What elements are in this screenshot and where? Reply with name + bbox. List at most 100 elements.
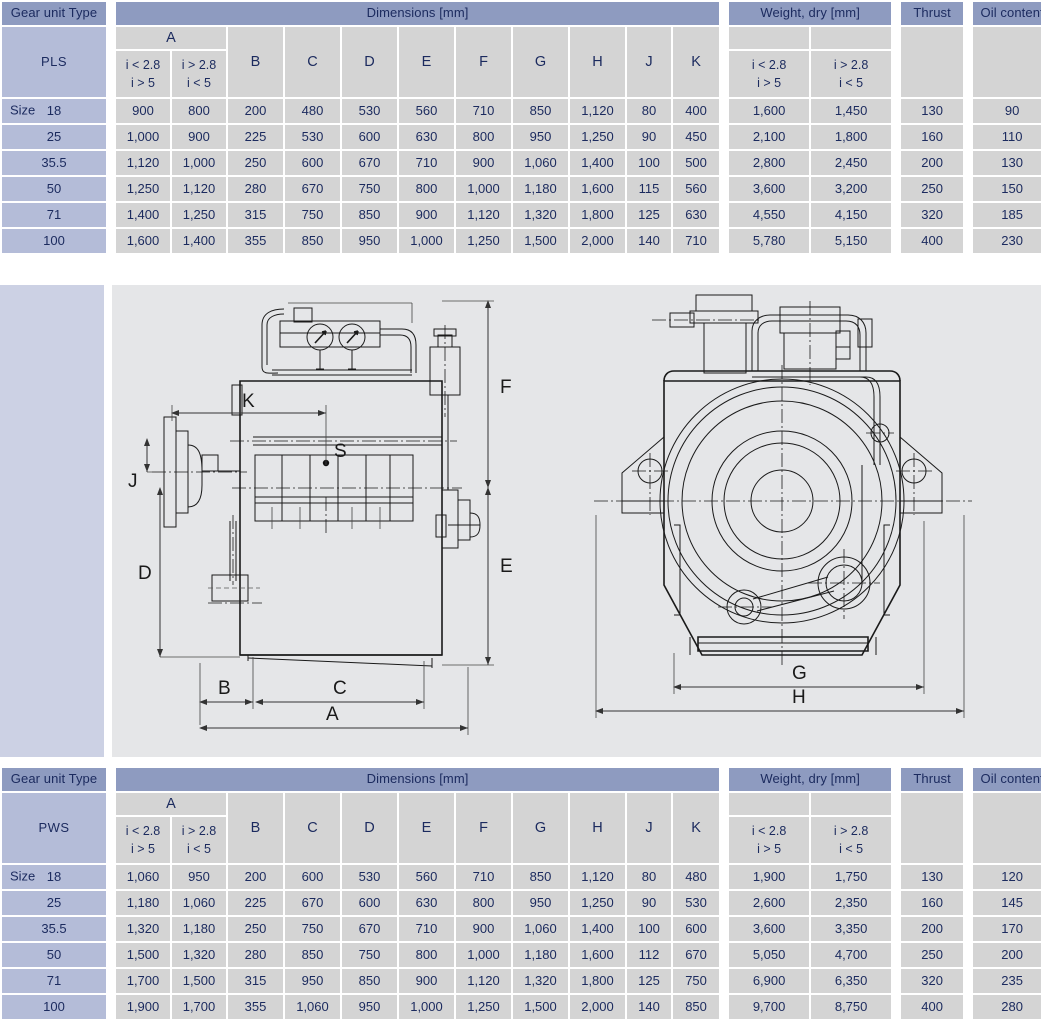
- ratio-w-1-line1: i < 2.8: [751, 823, 787, 838]
- cell-f: 1,250: [456, 995, 511, 1019]
- cell-thrust: 130: [901, 865, 964, 889]
- cell-k: 450: [673, 125, 720, 149]
- col-letter-a: A: [116, 793, 226, 815]
- gap: [965, 943, 972, 967]
- cell-c: 530: [285, 125, 340, 149]
- cell-j: 140: [627, 229, 671, 253]
- size-label-cell: 35.5: [2, 917, 106, 941]
- col-letter-c: C: [285, 27, 340, 97]
- cell-g: 1,180: [513, 943, 568, 967]
- gap: [965, 865, 972, 889]
- gap: [965, 177, 972, 201]
- cell-weight-1: 5,050: [729, 943, 810, 967]
- cell-e: 1,000: [399, 995, 454, 1019]
- cell-a1: 1,600: [116, 229, 170, 253]
- gap: [108, 203, 114, 227]
- ratio-a-2: i > 2.8 i < 5: [172, 817, 226, 863]
- cell-b: 250: [228, 917, 283, 941]
- header-oil-content: Oil content: [973, 2, 1041, 25]
- gap: [893, 99, 900, 123]
- cell-k: 560: [673, 177, 720, 201]
- cell-j: 112: [627, 943, 671, 967]
- cell-weight-1: 3,600: [729, 917, 810, 941]
- gap: [721, 177, 728, 201]
- cell-weight-2: 4,700: [811, 943, 892, 967]
- cell-f: 800: [456, 125, 511, 149]
- cell-d: 530: [342, 865, 397, 889]
- ratio-w-2: i > 2.8 i < 5: [811, 51, 892, 97]
- cell-b: 200: [228, 865, 283, 889]
- cell-k: 670: [673, 943, 720, 967]
- header-weight: Weight, dry [mm]: [729, 2, 892, 25]
- col-letter-e: E: [399, 27, 454, 97]
- cell-h: 1,600: [570, 943, 625, 967]
- size-label-cell: 71: [2, 969, 106, 993]
- cell-b: 280: [228, 177, 283, 201]
- table-row: 50 1,250 1,120 280 670 750 800 1,000 1,1…: [2, 177, 1041, 201]
- table-row: Size 18 900 800 200 480 530 560 710 850 …: [2, 99, 1041, 123]
- cell-j: 125: [627, 969, 671, 993]
- cell-oil: 185: [973, 203, 1041, 227]
- cell-thrust: 130: [901, 99, 964, 123]
- gap: [893, 995, 900, 1019]
- cell-e: 900: [399, 203, 454, 227]
- spec-table-pws: Gear unit Type Dimensions [mm] Weight, d…: [0, 766, 1041, 1021]
- cell-weight-2: 1,450: [811, 99, 892, 123]
- gap: [721, 969, 728, 993]
- table-row: 35.5 1,320 1,180 250 750 670 710 900 1,0…: [2, 917, 1041, 941]
- cell-thrust: 200: [901, 151, 964, 175]
- gap: [893, 229, 900, 253]
- gap: [721, 865, 728, 889]
- cell-j: 115: [627, 177, 671, 201]
- cell-g: 850: [513, 99, 568, 123]
- cell-j: 90: [627, 125, 671, 149]
- cell-weight-1: 4,550: [729, 203, 810, 227]
- ratio-w-1-line2: i > 5: [757, 76, 782, 90]
- size-label-cell: 100: [2, 995, 106, 1019]
- col-letter-c: C: [285, 793, 340, 863]
- cell-oil: 145: [973, 891, 1041, 915]
- gap: [965, 917, 972, 941]
- header-dimensions: Dimensions [mm]: [116, 768, 720, 791]
- cell-e: 560: [399, 99, 454, 123]
- cell-c: 600: [285, 865, 340, 889]
- cell-a2: 950: [172, 865, 226, 889]
- cell-d: 950: [342, 229, 397, 253]
- table-row: 50 1,500 1,320 280 850 750 800 1,000 1,1…: [2, 943, 1041, 967]
- gear-unit-drawings: .ln{stroke:#1a1a1a;stroke-width:1;fill:n…: [128, 294, 972, 735]
- header-oil-content: Oil content: [973, 768, 1041, 791]
- cell-f: 710: [456, 99, 511, 123]
- cell-weight-2: 8,750: [811, 995, 892, 1019]
- cell-d: 950: [342, 995, 397, 1019]
- gap: [108, 2, 114, 25]
- cell-e: 630: [399, 891, 454, 915]
- size-label-cell: 25: [2, 125, 106, 149]
- dim-label-j: J: [128, 471, 138, 492]
- size-label-cell: Size 18: [2, 865, 106, 889]
- cell-oil: 200: [973, 943, 1041, 967]
- spec-table-pls: Gear unit Type Dimensions [mm] Weight, d…: [0, 0, 1041, 255]
- cell-a2: 900: [172, 125, 226, 149]
- cell-weight-1: 2,800: [729, 151, 810, 175]
- cell-c: 600: [285, 151, 340, 175]
- cell-g: 950: [513, 891, 568, 915]
- gap: [108, 177, 114, 201]
- cell-e: 560: [399, 865, 454, 889]
- cell-h: 1,800: [570, 203, 625, 227]
- cell-h: 1,800: [570, 969, 625, 993]
- col-letter-h: H: [570, 27, 625, 97]
- cell-weight-2: 3,350: [811, 917, 892, 941]
- cell-a2: 1,120: [172, 177, 226, 201]
- gap: [893, 177, 900, 201]
- gap: [108, 917, 114, 941]
- cell-h: 2,000: [570, 229, 625, 253]
- gap: [721, 943, 728, 967]
- dim-label-b: B: [218, 678, 231, 699]
- cell-h: 1,400: [570, 151, 625, 175]
- cell-c: 480: [285, 99, 340, 123]
- cell-a2: 1,700: [172, 995, 226, 1019]
- cell-k: 600: [673, 917, 720, 941]
- cell-d: 850: [342, 969, 397, 993]
- dim-label-c: C: [333, 678, 347, 699]
- cell-oil: 230: [973, 229, 1041, 253]
